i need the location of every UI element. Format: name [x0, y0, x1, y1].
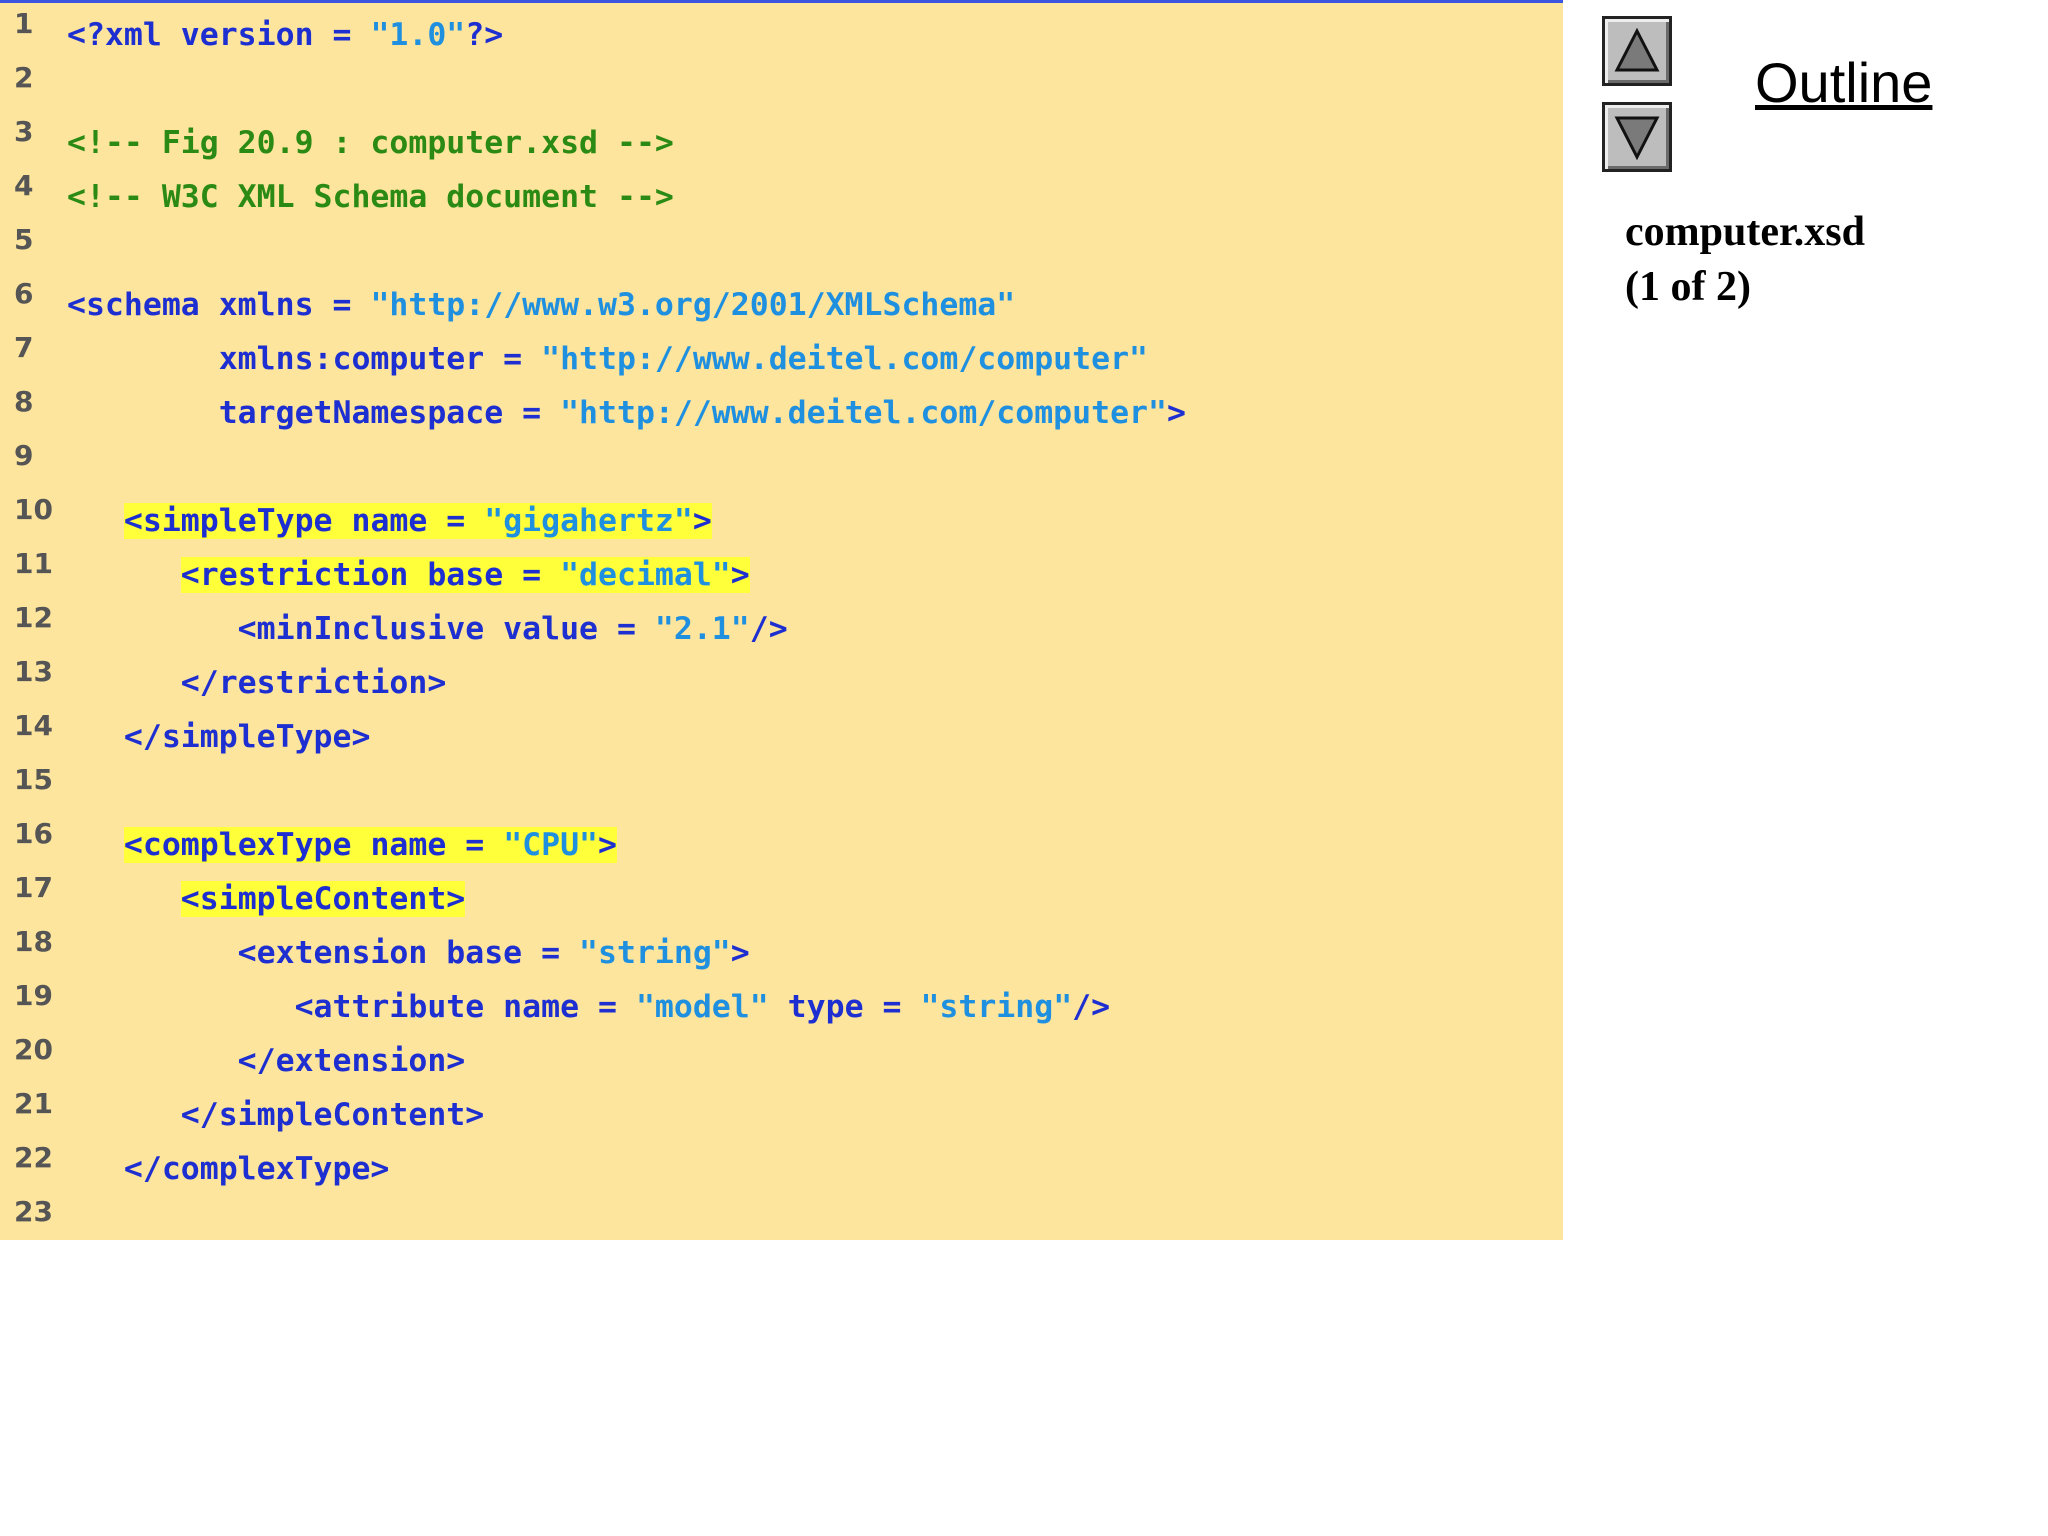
code-token: >: [692, 503, 712, 539]
code-token: </extension>: [67, 1043, 466, 1079]
line-number: 13: [14, 655, 53, 688]
code-attribute-value: "gigahertz": [484, 503, 693, 539]
line-number: 22: [14, 1141, 53, 1174]
code-token: type =: [768, 989, 921, 1025]
code-text: <simpleContent>: [67, 879, 466, 919]
line-number: 11: [14, 547, 53, 580]
code-attribute-value: "http://www.w3.org/2001/XMLSchema": [370, 287, 1016, 323]
line-number: 23: [14, 1195, 53, 1228]
file-caption: computer.xsd (1 of 2): [1625, 205, 1865, 315]
code-text: <attribute name = "model" type = "string…: [67, 987, 1111, 1027]
code-token: </simpleType>: [67, 719, 371, 755]
code-text: </simpleContent>: [67, 1095, 484, 1135]
code-text: targetNamespace = "http://www.deitel.com…: [67, 393, 1186, 433]
code-listing-panel: 1 <?xml version = "1.0"?> 2 3 <!-- Fig 20.9 …: [0, 0, 1563, 1240]
code-token: />: [1072, 989, 1111, 1025]
code-token: <complexType name =: [123, 827, 504, 863]
code-token: >: [730, 557, 750, 593]
line-number: 17: [14, 871, 53, 904]
code-token: <minInclusive value =: [67, 611, 655, 647]
code-text: <complexType name = "CPU">: [67, 825, 617, 865]
code-token: >: [1166, 395, 1186, 431]
line-number: 4: [14, 169, 34, 202]
code-token: </simpleContent>: [67, 1097, 485, 1133]
code-token: xmlns:computer =: [67, 341, 542, 377]
line-number: 10: [14, 493, 53, 526]
page-indicator-label: (1 of 2): [1625, 264, 1751, 310]
line-number: 7: [14, 331, 34, 364]
code-token: </complexType>: [67, 1151, 390, 1187]
code-attribute-value: "decimal": [560, 557, 731, 593]
code-comment: <!-- W3C XML Schema document -->: [67, 179, 674, 215]
outline-link[interactable]: Outline: [1755, 50, 1932, 115]
code-token: targetNamespace =: [67, 395, 561, 431]
code-token: </restriction>: [67, 665, 447, 701]
code-text: <extension base = "string">: [67, 933, 750, 973]
triangle-down-icon: [1614, 116, 1660, 160]
line-number: 2: [14, 61, 34, 94]
code-text: </restriction>: [67, 663, 447, 703]
code-attribute-value: "model": [635, 989, 769, 1025]
code-text: xmlns:computer = "http://www.deitel.com/…: [67, 339, 1148, 379]
code-token: >: [598, 827, 617, 863]
code-attribute-value: "string": [920, 989, 1073, 1025]
line-number: 14: [14, 709, 53, 742]
code-token: >: [730, 935, 750, 971]
code-attribute-value: "2.1": [654, 611, 750, 647]
code-token: <extension base =: [67, 935, 580, 971]
code-token: <attribute name =: [67, 989, 636, 1025]
code-attribute-value: "CPU": [503, 827, 599, 863]
line-number: 20: [14, 1033, 53, 1066]
code-token: />: [749, 611, 788, 647]
line-number: 9: [14, 439, 34, 472]
code-text: <schema xmlns = "http://www.w3.org/2001/…: [67, 285, 1015, 325]
code-text: </complexType>: [67, 1149, 390, 1189]
code-text: </extension>: [67, 1041, 466, 1081]
code-text: <minInclusive value = "2.1"/>: [67, 609, 788, 649]
code-token: <simpleType name =: [123, 503, 485, 539]
line-number: 21: [14, 1087, 53, 1120]
code-text: </simpleType>: [67, 717, 371, 757]
code-token: <schema xmlns =: [67, 287, 371, 323]
code-token: <simpleContent>: [180, 881, 466, 917]
line-number: 15: [14, 763, 53, 796]
next-page-button[interactable]: [1602, 102, 1672, 172]
line-number: 19: [14, 979, 53, 1012]
code-token: <restriction base =: [180, 557, 561, 593]
line-number: 16: [14, 817, 53, 850]
code-text: <restriction base = "decimal">: [67, 555, 750, 595]
code-line: 23: [0, 3, 1563, 1226]
triangle-up-icon: [1614, 28, 1660, 72]
file-name-label: computer.xsd: [1625, 209, 1865, 255]
line-number: 6: [14, 277, 34, 310]
line-number: 12: [14, 601, 53, 634]
code-comment: <!-- Fig 20.9 : computer.xsd -->: [67, 125, 674, 161]
code-attribute-value: "string": [579, 935, 731, 971]
line-number: 18: [14, 925, 53, 958]
line-number: 5: [14, 223, 34, 256]
code-text: <!-- Fig 20.9 : computer.xsd -->: [67, 123, 674, 163]
line-number: 3: [14, 115, 34, 148]
previous-page-button[interactable]: [1602, 16, 1672, 86]
code-text: <simpleType name = "gigahertz">: [67, 501, 712, 541]
code-attribute-value: "http://www.deitel.com/computer": [541, 341, 1148, 377]
line-number: 8: [14, 385, 34, 418]
code-attribute-value: "http://www.deitel.com/computer": [560, 395, 1167, 431]
code-text: <!-- W3C XML Schema document -->: [67, 177, 674, 217]
